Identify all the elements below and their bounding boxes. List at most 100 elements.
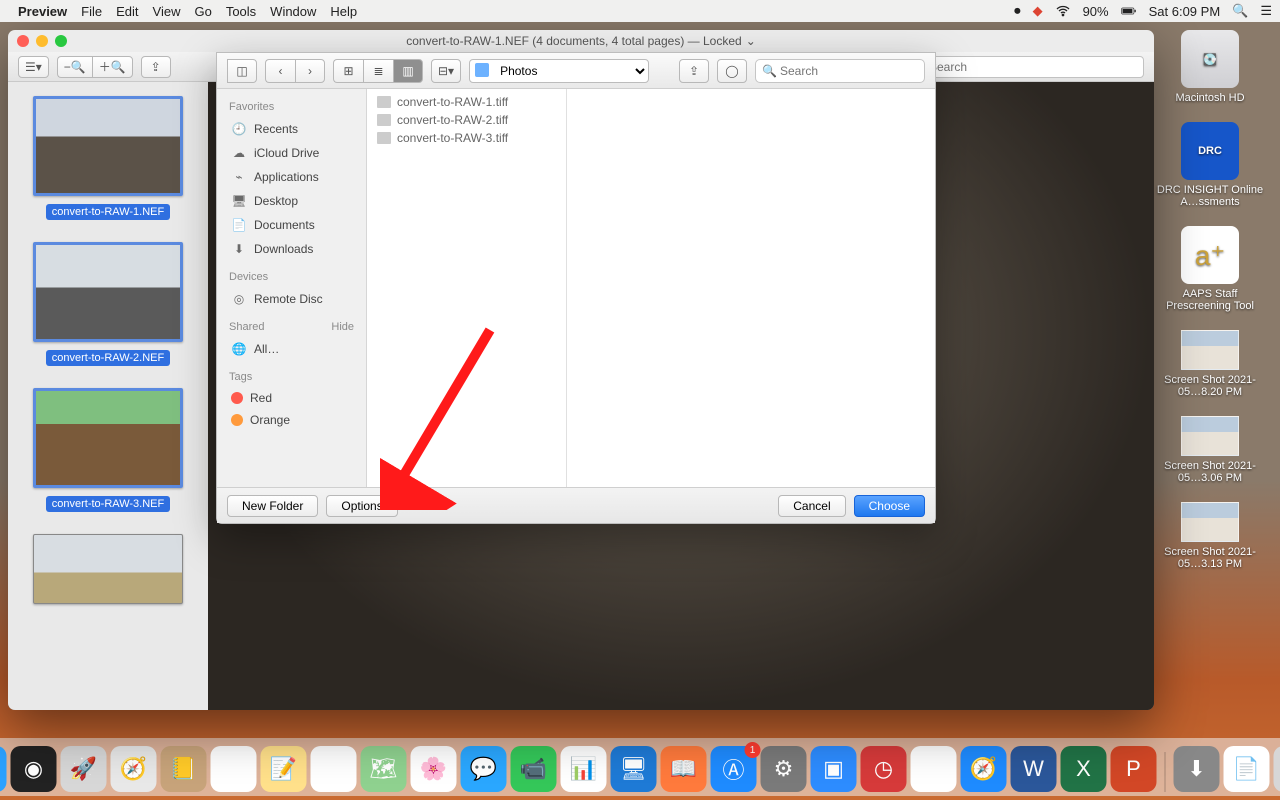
location-dropdown[interactable]: Photos	[469, 59, 649, 83]
battery-percent[interactable]: 90%	[1083, 4, 1109, 19]
dock-app-calendar[interactable]: 1	[211, 746, 257, 792]
preview-thumbnail-sidebar[interactable]: convert-to-RAW-1.NEF convert-to-RAW-2.NE…	[8, 82, 208, 710]
battery-icon[interactable]	[1121, 3, 1137, 19]
sidebar-tag-red[interactable]: Red	[217, 387, 366, 409]
dock-app-appstore[interactable]: Ⓐ1	[711, 746, 757, 792]
dock-trash[interactable]: 🗑	[1274, 746, 1280, 792]
dock-app-launchpad[interactable]: 🚀	[61, 746, 107, 792]
dock-app-reminders[interactable]: ☑︎	[311, 746, 357, 792]
dock-app-word[interactable]: W	[1011, 746, 1057, 792]
tag-button[interactable]: ◯	[717, 59, 747, 83]
sidebar-item-documents[interactable]: 📄Documents	[217, 213, 366, 237]
desktop-icon-screenshot[interactable]: Screen Shot 2021-05…3.13 PM	[1155, 502, 1265, 570]
thumbnail[interactable]: convert-to-RAW-1.NEF	[18, 96, 198, 220]
thumbnail[interactable]	[18, 534, 198, 604]
forward-button[interactable]: ›	[295, 59, 325, 83]
dock-app-safari-alt[interactable]: 🧭	[111, 746, 157, 792]
dock-app-finder[interactable]: 😀	[0, 746, 7, 792]
dock-app-numbers[interactable]: 📊	[561, 746, 607, 792]
file-row[interactable]: convert-to-RAW-2.tiff	[367, 111, 566, 129]
options-button[interactable]: Options	[326, 495, 397, 517]
dock-doc[interactable]: 📄	[1224, 746, 1270, 792]
sheet-search-input[interactable]	[755, 59, 925, 83]
sidebar-tag-orange[interactable]: Orange	[217, 409, 366, 431]
sidebar-item-desktop[interactable]: 🖥Desktop	[217, 189, 366, 213]
locked-chevron-icon[interactable]: ⌄	[746, 34, 756, 48]
dock-app-photos[interactable]: 🌸	[411, 746, 457, 792]
dock-app-chrome[interactable]: ◎	[911, 746, 957, 792]
zoom-icon[interactable]	[55, 35, 67, 47]
cancel-button[interactable]: Cancel	[778, 495, 845, 517]
screenrec-icon[interactable]: ⏺	[1014, 3, 1021, 19]
menu-help[interactable]: Help	[330, 4, 357, 19]
view-list-button[interactable]: ≣	[363, 59, 393, 83]
toolbar-search-input[interactable]	[904, 56, 1144, 78]
dock[interactable]: 😀◉🚀🧭📒1📝☑︎🗺🌸💬📹📊🖥📖Ⓐ1⚙︎▣◷◎🧭WXP⬇︎📄🗑	[0, 738, 1280, 796]
dock-app-maps[interactable]: 🗺	[361, 746, 407, 792]
file-row[interactable]: convert-to-RAW-1.tiff	[367, 93, 566, 111]
traffic-lights[interactable]	[17, 35, 67, 47]
view-icons-button[interactable]: ⊞	[333, 59, 363, 83]
menu-tools[interactable]: Tools	[226, 4, 256, 19]
menu-file[interactable]: File	[81, 4, 102, 19]
file-row[interactable]: convert-to-RAW-3.tiff	[367, 129, 566, 147]
sidebar-item-applications[interactable]: ⌁Applications	[217, 165, 366, 189]
location-select[interactable]: Photos	[469, 59, 649, 83]
sidebar-item-recents[interactable]: 🕘Recents	[217, 117, 366, 141]
close-icon[interactable]	[17, 35, 29, 47]
dock-app-notes[interactable]: 📝	[261, 746, 307, 792]
sidebar-toggle-button[interactable]: ☰▾	[18, 56, 49, 78]
hide-button[interactable]: Hide	[331, 321, 354, 333]
dock-app-powerpoint[interactable]: P	[1111, 746, 1157, 792]
control-center-icon[interactable]: ☰	[1260, 3, 1272, 19]
dock-downloads[interactable]: ⬇︎	[1174, 746, 1220, 792]
thumbnail[interactable]: convert-to-RAW-3.NEF	[18, 388, 198, 512]
spotlight-icon[interactable]: 🔍	[1232, 3, 1248, 19]
clock[interactable]: Sat 6:09 PM	[1149, 4, 1221, 19]
wifi-icon[interactable]	[1055, 3, 1071, 19]
dock-app-zoom[interactable]: ▣	[811, 746, 857, 792]
dock-app-contacts[interactable]: 📒	[161, 746, 207, 792]
sheet-sidebar[interactable]: Favorites 🕘Recents ☁︎iCloud Drive ⌁Appli…	[217, 89, 367, 487]
dock-app-settings[interactable]: ⚙︎	[761, 746, 807, 792]
window-titlebar[interactable]: convert-to-RAW-1.NEF (4 documents, 4 tot…	[8, 30, 1154, 52]
back-button[interactable]: ‹	[265, 59, 295, 83]
dock-app-messages[interactable]: 💬	[461, 746, 507, 792]
choose-button[interactable]: Choose	[854, 495, 925, 517]
desktop-icon-screenshot[interactable]: Screen Shot 2021-05…3.06 PM	[1155, 416, 1265, 484]
desktop-icon-disk[interactable]: 💽 Macintosh HD	[1155, 30, 1265, 104]
dock-app-excel[interactable]: X	[1061, 746, 1107, 792]
dock-app-clock[interactable]: ◷	[861, 746, 907, 792]
app-name[interactable]: Preview	[18, 4, 67, 19]
minimize-icon[interactable]	[36, 35, 48, 47]
sidebar-item-remote-disc[interactable]: ◎Remote Disc	[217, 287, 366, 311]
share-button[interactable]: ⇪	[141, 56, 171, 78]
dock-app-keynote[interactable]: 🖥	[611, 746, 657, 792]
view-columns-button[interactable]: ▥	[393, 59, 423, 83]
sidebar-item-all-shared[interactable]: 🌐All…	[217, 337, 366, 361]
dock-app-siri[interactable]: ◉	[11, 746, 57, 792]
dock-app-safari[interactable]: 🧭	[961, 746, 1007, 792]
desktop-icon-drc[interactable]: DRC DRC INSIGHT Online A…ssments	[1155, 122, 1265, 208]
dock-app-facetime[interactable]: 📹	[511, 746, 557, 792]
sidebar-item-downloads[interactable]: ⬇︎Downloads	[217, 237, 366, 261]
group-by-button[interactable]: ⊟▾	[431, 59, 461, 83]
menu-go[interactable]: Go	[194, 4, 211, 19]
share-button[interactable]: ⇪	[679, 59, 709, 83]
zoom-out-button[interactable]: −🔍	[57, 56, 92, 78]
menu-view[interactable]: View	[153, 4, 181, 19]
file-column[interactable]: convert-to-RAW-1.tiff convert-to-RAW-2.t…	[367, 89, 567, 487]
sheet-sidebar-toggle[interactable]: ◫	[227, 59, 257, 83]
zoom-in-button[interactable]: ＋🔍	[92, 56, 133, 78]
shared-header[interactable]: SharedHide	[217, 317, 366, 337]
thumbnail[interactable]: convert-to-RAW-2.NEF	[18, 242, 198, 366]
sidebar-item-icloud[interactable]: ☁︎iCloud Drive	[217, 141, 366, 165]
sheet-search[interactable]: 🔍	[755, 59, 925, 83]
dock-app-books[interactable]: 📖	[661, 746, 707, 792]
toolbar-search[interactable]: 🔍	[904, 56, 1144, 78]
new-folder-button[interactable]: New Folder	[227, 495, 318, 517]
desktop-icon-aaps[interactable]: a⁺ AAPS Staff Prescreening Tool	[1155, 226, 1265, 312]
desktop-icon-screenshot[interactable]: Screen Shot 2021-05…8.20 PM	[1155, 330, 1265, 398]
jamf-icon[interactable]: ◆	[1033, 3, 1043, 19]
menu-window[interactable]: Window	[270, 4, 316, 19]
